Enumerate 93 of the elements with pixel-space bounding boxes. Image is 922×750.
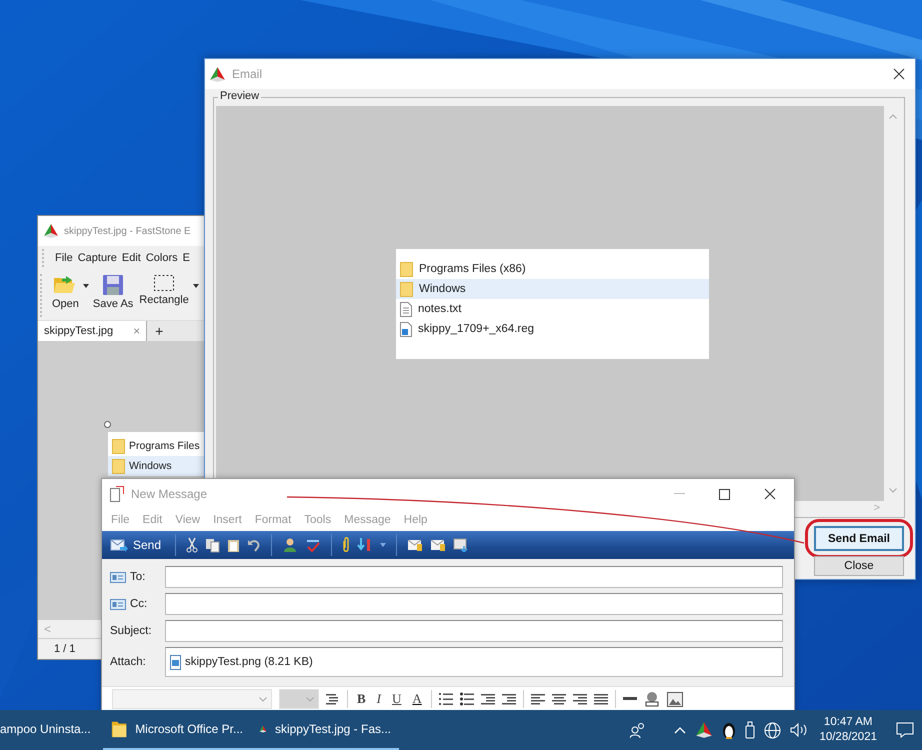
clock-date[interactable]: 10/28/2021 [819, 730, 877, 745]
copy-icon[interactable] [205, 538, 220, 552]
speaker-icon[interactable] [790, 723, 808, 737]
taskbar-button[interactable]: ampoo Uninsta... [0, 710, 103, 750]
usb-drive-icon[interactable] [745, 721, 756, 739]
caret-icon[interactable] [82, 284, 89, 288]
font-color-button[interactable]: A [410, 691, 424, 707]
file-icon [400, 322, 412, 336]
attachment-name[interactable]: skippyTest.png (8.21 KB) [185, 656, 313, 668]
caret-icon[interactable] [192, 284, 199, 288]
app-logo-icon[interactable] [695, 721, 714, 739]
check-icon[interactable] [305, 537, 322, 553]
resize-handle[interactable] [104, 421, 111, 428]
scissors-icon[interactable] [186, 537, 198, 553]
menu-item[interactable]: E [182, 252, 190, 264]
chevron-down-icon [259, 696, 267, 702]
app-logo-icon [43, 223, 59, 239]
attachment-field[interactable]: skippyTest.png (8.21 KB) [165, 647, 783, 677]
increase-indent-icon[interactable] [502, 692, 516, 706]
image-icon[interactable] [666, 692, 683, 706]
file-name: Programs Files (x86) [419, 263, 526, 275]
italic-button[interactable]: I [374, 691, 384, 707]
image-file-icon [170, 654, 181, 670]
page-counter: 1 / 1 [54, 643, 76, 655]
maximize-icon[interactable] [719, 488, 730, 500]
field-label: Subject: [110, 625, 152, 637]
toolbar-button[interactable]: Open [50, 274, 81, 310]
paragraph-style-icon[interactable] [326, 692, 340, 706]
dialog-button[interactable]: Close [814, 556, 904, 576]
address-field[interactable] [165, 566, 783, 588]
window-title: New Message [131, 487, 208, 501]
document-icon [110, 486, 124, 502]
bold-button[interactable]: B [355, 691, 368, 707]
window-title: skippyTest.jpg - FastStone E [64, 226, 191, 236]
menu-item[interactable]: Edit [122, 252, 141, 264]
file-name: Windows [129, 460, 172, 472]
file-name: notes.txt [418, 303, 462, 315]
taskbar-button[interactable]: skippyTest.jpg - Fas... [251, 710, 399, 750]
underline-button[interactable]: U [390, 691, 404, 707]
undo-icon[interactable] [247, 538, 262, 552]
close-icon[interactable] [764, 488, 776, 500]
folder-icon [400, 262, 413, 276]
contact-card-icon[interactable] [110, 598, 126, 610]
person-icon[interactable] [282, 537, 298, 553]
decrease-indent-icon[interactable] [480, 692, 495, 706]
toolbar-button[interactable]: Rectangle [137, 274, 191, 306]
bulleted-list-icon[interactable] [460, 692, 474, 706]
file-name: Windows [419, 283, 466, 295]
toolbar-grip[interactable] [42, 249, 46, 267]
chevron-down-icon [306, 696, 314, 702]
file-name: Programs Files [129, 440, 200, 452]
paperclip-icon[interactable] [342, 537, 350, 553]
align-left-icon[interactable] [530, 692, 545, 706]
dialog-button[interactable]: Send Email [814, 526, 904, 551]
group-label: Preview [218, 90, 262, 102]
close-icon[interactable] [893, 68, 905, 80]
folder-icon [112, 438, 125, 454]
toolbar-button[interactable]: Save As [90, 274, 136, 310]
folder-icon [400, 282, 413, 296]
send-button[interactable]: Send [106, 538, 166, 552]
file-name: skippy_1709+_x64.reg [418, 323, 534, 335]
justify-icon[interactable] [594, 692, 608, 706]
tab[interactable]: skippyTest.jpg × [38, 321, 148, 341]
align-center-icon[interactable] [552, 692, 566, 706]
tab-label: skippyTest.jpg [44, 325, 114, 337]
field-label: Cc: [130, 598, 148, 610]
clipboard-icon[interactable] [227, 538, 240, 552]
numbered-list-icon[interactable] [438, 692, 453, 706]
send-mail-icon [110, 538, 128, 552]
toolbar-grip[interactable] [40, 274, 44, 317]
text-file-icon [400, 302, 412, 316]
menu-item[interactable]: Colors [146, 252, 178, 264]
field-label: To: [130, 571, 146, 583]
align-right-icon[interactable] [572, 692, 587, 706]
penguin-icon[interactable] [722, 721, 736, 739]
chevron-up-icon[interactable] [674, 726, 686, 734]
subject-field[interactable] [165, 620, 783, 642]
menu-item[interactable]: Capture [78, 252, 117, 264]
close-tab-button[interactable]: × [133, 324, 140, 338]
people-icon[interactable] [630, 722, 646, 738]
field-label: Attach: [110, 656, 146, 668]
new-tab-button[interactable]: + [147, 321, 172, 341]
notification-icon[interactable] [896, 722, 914, 738]
folder-icon [53, 274, 78, 296]
menu-item[interactable]: File [55, 252, 73, 264]
clock-time[interactable]: 10:47 AM [824, 715, 873, 730]
address-field[interactable] [165, 593, 783, 615]
taskbar-button[interactable]: Microsoft Office Pr... [103, 710, 251, 750]
dashed-rectangle-icon [153, 274, 176, 292]
app-logo-icon [209, 66, 226, 82]
contact-card-icon[interactable] [110, 572, 126, 582]
folder-icon [112, 458, 125, 474]
window-title: Email [232, 67, 262, 81]
